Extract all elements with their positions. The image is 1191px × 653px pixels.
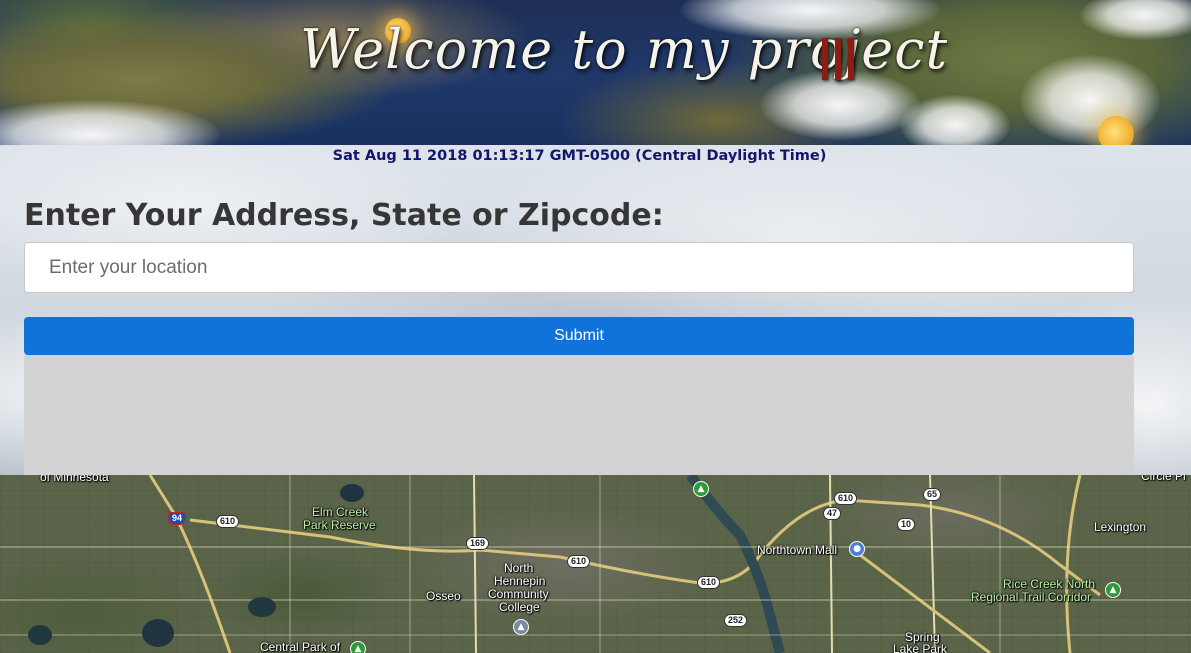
- map-label: of Minnesota: [40, 475, 109, 484]
- map-roads: [0, 475, 1191, 653]
- route-shield: 610: [834, 492, 858, 505]
- route-shield: 65: [923, 488, 942, 501]
- results-panel: [24, 355, 1134, 475]
- route-shield: 610: [697, 576, 721, 589]
- route-shield: 610: [216, 515, 240, 528]
- cloud-decoration: [1080, 0, 1191, 40]
- location-input[interactable]: [24, 242, 1134, 293]
- college-pin-icon[interactable]: ▲: [513, 619, 529, 635]
- map-label: College: [499, 600, 540, 614]
- map-label: Circle Pi: [1141, 475, 1186, 483]
- map-label: Lake Park: [893, 642, 948, 653]
- cloud-decoration: [900, 95, 1010, 145]
- map-label: Rice Creek North: [1003, 577, 1096, 591]
- park-pin-icon[interactable]: ▲: [693, 481, 709, 497]
- route-shield: 47: [823, 507, 842, 520]
- map-label: Regional Trail Corridor: [971, 590, 1092, 604]
- cloud-decoration: [0, 100, 220, 145]
- title-bars-ornament: [822, 38, 854, 80]
- park-pin-icon[interactable]: ▲: [350, 641, 366, 653]
- satellite-map[interactable]: of Minnesota Elm Creek Park Reserve Osse…: [0, 475, 1191, 653]
- route-shield: 252: [724, 614, 748, 627]
- cloud-decoration: [1020, 55, 1160, 145]
- map-label: North: [504, 561, 534, 575]
- map-label: Northtown Mall: [757, 543, 838, 557]
- route-shield: 169: [466, 537, 490, 550]
- map-label: Park Reserve: [303, 518, 376, 532]
- shopping-pin-icon[interactable]: ●: [849, 541, 865, 557]
- route-shield: 610: [567, 555, 591, 568]
- current-datetime: Sat Aug 11 2018 01:13:17 GMT-0500 (Centr…: [332, 148, 827, 164]
- sun-icon: [1098, 116, 1134, 145]
- map-label: Community: [488, 587, 549, 601]
- interstate-shield: 94: [168, 512, 187, 525]
- submit-button[interactable]: Submit: [24, 317, 1134, 355]
- header-banner: Welcome to my project: [0, 0, 1191, 145]
- map-label: Central Park of: [260, 640, 341, 653]
- park-pin-icon[interactable]: ▲: [1105, 582, 1121, 598]
- route-shield: 10: [897, 518, 916, 531]
- map-label: Elm Creek: [312, 505, 369, 519]
- map-label: Hennepin: [494, 574, 546, 588]
- map-label: Osseo: [426, 589, 461, 603]
- location-prompt-heading: Enter Your Address, State or Zipcode:: [24, 198, 664, 233]
- map-label: Lexington: [1094, 520, 1147, 534]
- search-section: Sat Aug 11 2018 01:13:17 GMT-0500 (Centr…: [0, 145, 1191, 475]
